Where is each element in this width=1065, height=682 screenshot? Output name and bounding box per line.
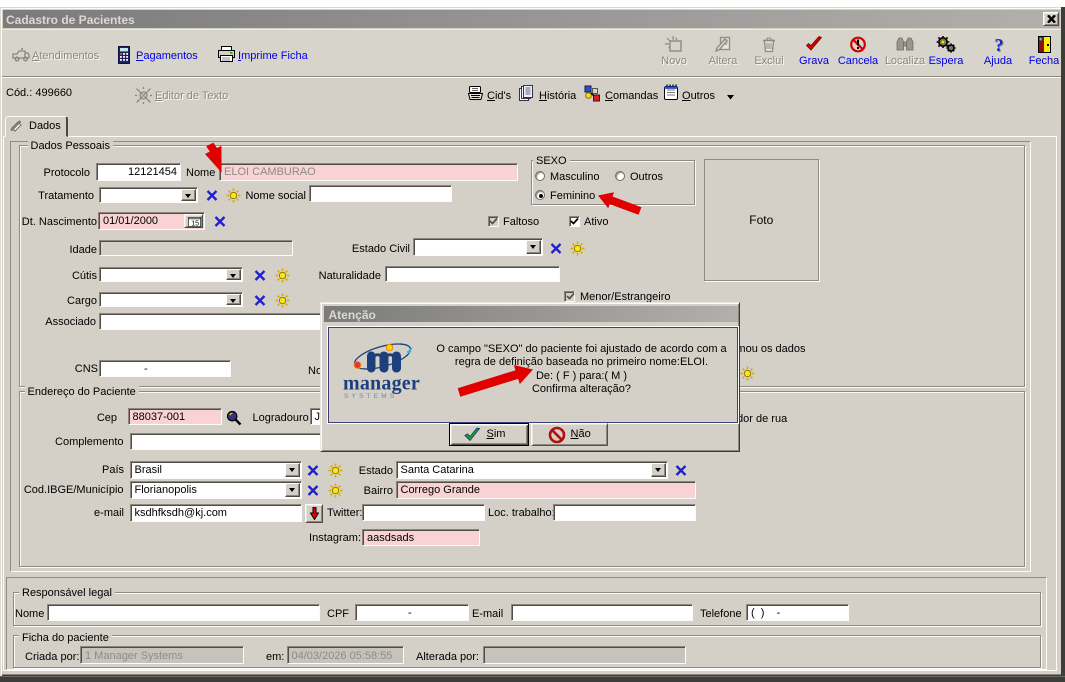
svg-text:15: 15 [191, 220, 199, 226]
svg-text:?: ? [995, 36, 1004, 53]
svg-text:SYSTEMS: SYSTEMS [344, 393, 397, 400]
svg-text:manager: manager [343, 373, 420, 395]
